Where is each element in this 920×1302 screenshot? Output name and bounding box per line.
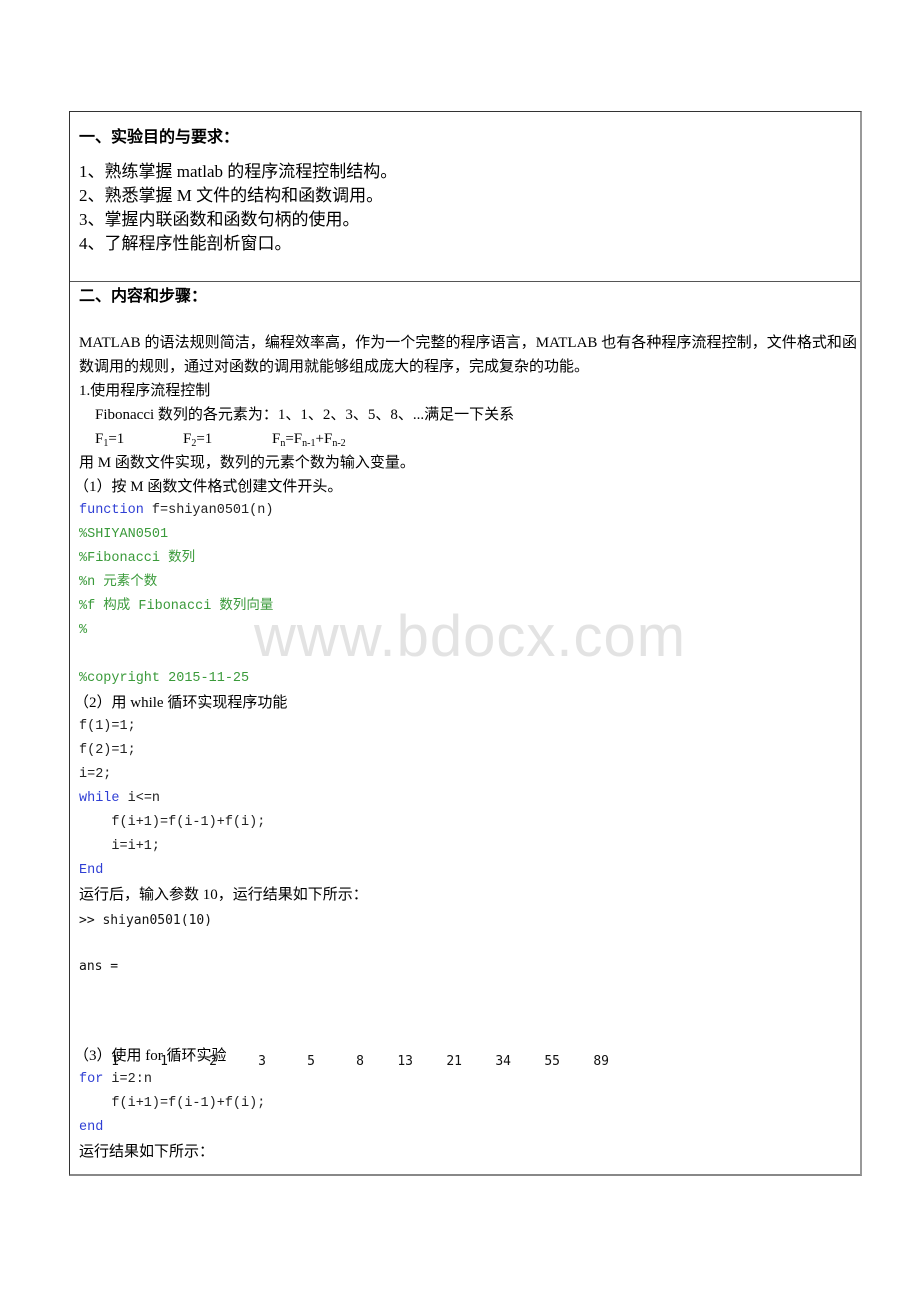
code-line: f(1)=1; (79, 719, 136, 734)
formula-subscript: n-1 (302, 438, 316, 449)
m-file-description: 用 M 函数文件实现，数列的元素个数为输入变量。 (79, 455, 415, 471)
keyword-while: while (79, 791, 120, 806)
for-range: i=2:n (103, 1072, 152, 1087)
goals-list: 1、熟练掌握 matlab 的程序流程控制结构。 2、熟悉掌握 M 文件的结构和… (79, 160, 397, 256)
sub3-title: （3）使用 for 循环实验 (74, 1048, 227, 1064)
code-comment: %Fibonacci 数列 (79, 551, 196, 566)
content-section: 二、内容和步骤： MATLAB 的语法规则简洁，编程效率高，作为一个完整的程序语… (70, 282, 860, 1174)
step1-title: 1.使用程序流程控制 (79, 383, 211, 399)
output-value: 55 (544, 1054, 560, 1069)
code-line: f(i+1)=f(i-1)+f(i); (79, 1096, 266, 1111)
code-line: f(2)=1; (79, 743, 136, 758)
while-condition: i<=n (119, 791, 161, 806)
keyword-end: End (79, 863, 104, 878)
sub1-title: （1）按 M 函数文件格式创建文件开头。 (74, 479, 343, 495)
fibonacci-description: Fibonacci 数列的各元素为：1、1、2、3、5、8、...满足一下关系 (95, 407, 515, 423)
document-table: 一、实验目的与要求： 1、熟练掌握 matlab 的程序流程控制结构。 2、熟悉… (69, 111, 862, 1176)
result-description: 运行结果如下所示： (79, 1144, 215, 1160)
objectives-section: 一、实验目的与要求： 1、熟练掌握 matlab 的程序流程控制结构。 2、熟悉… (70, 112, 860, 282)
objectives-heading: 一、实验目的与要求： (79, 129, 240, 146)
code-comment: %n 元素个数 (79, 575, 158, 590)
formula-text: =1 (108, 431, 125, 447)
keyword-for: for (79, 1072, 104, 1087)
code-comment: % (79, 623, 88, 638)
goal-item: 3、掌握内联函数和函数句柄的使用。 (79, 210, 360, 229)
output-value: 34 (495, 1054, 511, 1069)
output-value: 5 (307, 1054, 315, 1069)
keyword-function: function (79, 503, 144, 518)
content-heading: 二、内容和步骤： (79, 288, 208, 305)
keyword-end: end (79, 1120, 104, 1135)
run-description: 运行后，输入参数 10，运行结果如下所示： (79, 887, 368, 903)
sub2-title: （2）用 while 循环实现程序功能 (74, 695, 288, 711)
code-line-for: for i=2:n (79, 1068, 152, 1092)
formula-fn: Fn=Fn-1+Fn-2 (272, 427, 346, 451)
output-value: 21 (446, 1054, 462, 1069)
code-comment: %f 构成 Fibonacci 数列向量 (79, 599, 274, 614)
function-signature: f=shiyan0501(n) (143, 503, 274, 518)
formula-text: =F (285, 431, 303, 447)
formula-f2: F2=1 (183, 427, 212, 451)
output-value: 89 (593, 1054, 609, 1069)
intro-paragraph: MATLAB 的语法规则简洁，编程效率高，作为一个完整的程序语言，MATLAB … (79, 335, 857, 375)
output-value: 8 (356, 1054, 364, 1069)
code-line: i=2; (79, 767, 112, 782)
goal-item: 1、熟练掌握 matlab 的程序流程控制结构。 (79, 162, 398, 181)
code-line-function: function f=shiyan0501(n) (79, 499, 273, 523)
code-line: i=i+1; (79, 839, 161, 854)
code-comment: %copyright 2015-11-25 (79, 671, 250, 686)
formula-text: =1 (196, 431, 213, 447)
output-value: 13 (397, 1054, 413, 1069)
goal-item: 4、了解程序性能剖析窗口。 (79, 234, 292, 253)
goal-item: 2、熟悉掌握 M 文件的结构和函数调用。 (79, 186, 384, 205)
formula-subscript: n-2 (332, 438, 346, 449)
code-line: f(i+1)=f(i-1)+f(i); (79, 815, 266, 830)
console-command: >> shiyan0501(10) (79, 913, 213, 928)
formula-f1: F1=1 (95, 427, 124, 451)
console-ans-label: ans = (79, 959, 119, 974)
formula-text: +F (315, 431, 333, 447)
code-line-while: while i<=n (79, 787, 160, 811)
code-comment: %SHIYAN0501 (79, 527, 169, 542)
